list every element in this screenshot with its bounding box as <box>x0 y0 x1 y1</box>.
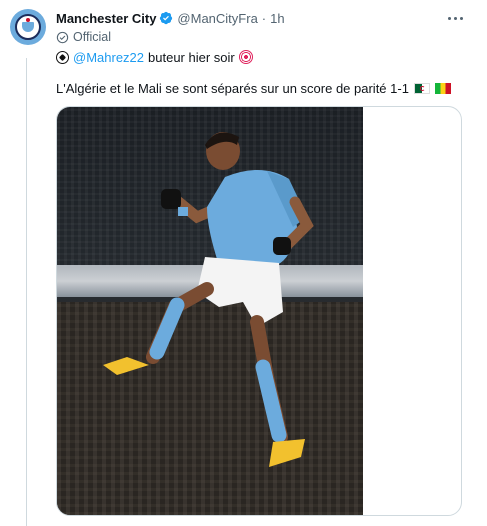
tweet-media[interactable] <box>56 106 462 516</box>
soccer-ball-icon <box>56 50 69 64</box>
tweet-text-part: L'Algérie et le Mali se sont séparés sur… <box>56 80 409 96</box>
more-icon[interactable] <box>440 10 470 26</box>
author-name[interactable]: Manchester City <box>56 11 156 26</box>
avatar[interactable] <box>10 9 46 45</box>
thread-line <box>26 58 27 526</box>
official-check-icon <box>56 31 69 43</box>
tweet-text-part: buteur hier soir <box>148 49 235 65</box>
tweet[interactable]: Manchester City @ManCityFra · 1h Officia… <box>0 0 487 526</box>
tweet-text-line-2: L'Algérie et le Mali se sont séparés sur… <box>56 79 451 97</box>
author-handle[interactable]: @ManCityFra <box>177 11 257 26</box>
separator: · <box>261 10 267 26</box>
algeria-flag-icon <box>413 82 430 94</box>
player-photo[interactable] <box>57 107 363 515</box>
tweet-text-line-1: @Mahrez22 buteur hier soir <box>56 48 253 66</box>
timestamp[interactable]: 1h <box>270 11 284 26</box>
mention-link[interactable]: @Mahrez22 <box>73 50 144 65</box>
tweet-header: Manchester City @ManCityFra · 1h <box>56 9 285 27</box>
official-label: Official <box>56 29 111 45</box>
target-icon <box>238 50 253 64</box>
official-text: Official <box>73 30 111 44</box>
footballer-figure <box>103 132 314 467</box>
mancity-crest-icon <box>15 14 41 40</box>
verified-badge-icon <box>160 11 173 25</box>
mali-flag-icon <box>434 82 451 94</box>
